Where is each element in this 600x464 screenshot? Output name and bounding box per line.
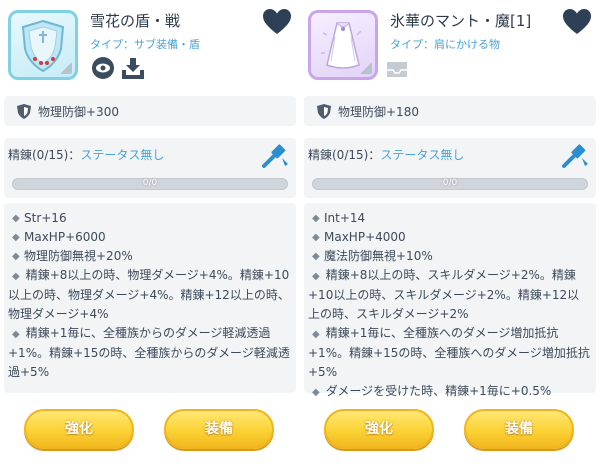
refine-card: 精錬(0/15)：ステータス無し 0/0 [304, 138, 596, 198]
item-header: 雪花の盾・戦 タイプ：サブ装備・盾 [4, 0, 296, 92]
stat-line: ◆ Str+16 [12, 211, 67, 225]
stat-paragraph: ◆ ダメージを受けた時、精錬+1毎に+0.5% [312, 384, 552, 398]
stats-card: ◆ Int+14 ◆ MaxHP+4000 ◆ 魔法防御無視+10% ◆ 精錬+8以上の… [304, 203, 596, 398]
stat-paragraph: ◆ 精錬+8以上の時、スキルダメージ+2%。精錬+10以上の時、スキルダメージ+2… [308, 268, 580, 321]
refine-label: 精錬(0/15)：ステータス無し [308, 148, 465, 162]
equip-button[interactable]: 装備 [164, 409, 274, 449]
stat-line: ◆ 物理防御無視+20% [12, 249, 133, 263]
enhance-button[interactable]: 強化 [324, 409, 434, 449]
equip-button[interactable]: 装備 [464, 409, 574, 449]
eye-icon[interactable] [90, 56, 116, 80]
stat-paragraph: ◆ 精錬+1毎に、全種族へのダメージ増加抵抗+1%。精錬+15の時、全種族へのダメ… [308, 326, 590, 379]
shield-item-icon[interactable] [8, 10, 78, 80]
refine-card: 精錬(0/15)：ステータス無し 0/0 [4, 138, 296, 198]
refine-label: 精錬(0/15)：ステータス無し [8, 148, 165, 162]
stat-list: ◆ Int+14 ◆ MaxHP+4000 ◆ 魔法防御無視+10% ◆ 精錬+8以上の… [304, 209, 596, 402]
enhance-button[interactable]: 強化 [24, 409, 134, 449]
progress-text: 0/0 [442, 178, 458, 188]
hammer-icon[interactable] [560, 142, 590, 170]
item-header: 氷華のマント・魔[1] タイプ：肩にかける物 [304, 0, 596, 92]
stat-paragraph: ◆ 精錬+8以上の時、物理ダメージ+4%。精錬+10以上の時、物理ダメージ+4%。… [8, 268, 290, 321]
heart-icon[interactable] [262, 8, 292, 36]
tray-icon[interactable] [384, 56, 410, 80]
download-icon[interactable] [120, 56, 146, 80]
stats-card: ◆ Str+16 ◆ MaxHP+6000 ◆ 物理防御無視+20% ◆ 精錬+8以上の… [4, 203, 296, 393]
cape-item-icon[interactable] [308, 10, 378, 80]
item-type: タイプ：肩にかける物 [390, 38, 500, 51]
defense-value: 物理防御+180 [338, 105, 419, 119]
refine-status: ステータス無し [80, 148, 165, 162]
defense-value: 物理防御+300 [38, 105, 119, 119]
shield-icon [17, 104, 31, 119]
progress-text: 0/0 [142, 178, 158, 188]
equipment-panel-right: 氷華のマント・魔[1] タイプ：肩にかける物 物理防御+180 精錬(0/15)… [304, 0, 596, 464]
stat-paragraph: ◆ 精錬+1毎に、全種族からのダメージ軽減透過+1%。精錬+15の時、全種族からの… [8, 326, 290, 379]
item-type: タイプ：サブ装備・盾 [90, 38, 200, 51]
stat-line: ◆ MaxHP+6000 [12, 230, 106, 244]
refine-progress-bar: 0/0 [312, 178, 588, 190]
heart-icon[interactable] [562, 8, 592, 36]
stat-line: ◆ Int+14 [312, 211, 366, 225]
stat-line: ◆ MaxHP+4000 [312, 230, 406, 244]
shield-icon [317, 104, 331, 119]
hammer-icon[interactable] [260, 142, 290, 170]
stat-line: ◆ 魔法防御無視+10% [312, 249, 433, 263]
stat-list: ◆ Str+16 ◆ MaxHP+6000 ◆ 物理防御無視+20% ◆ 精錬+8以上の… [4, 209, 296, 382]
refine-progress-bar: 0/0 [12, 178, 288, 190]
equipment-panel-left: 雪花の盾・戦 タイプ：サブ装備・盾 物理防御+300 精錬(0/15)：ステータ… [4, 0, 296, 464]
defense-card: 物理防御+300 [4, 96, 296, 126]
item-name: 雪花の盾・戦 [90, 12, 181, 30]
defense-card: 物理防御+180 [304, 96, 596, 126]
refine-status: ステータス無し [380, 148, 465, 162]
item-name: 氷華のマント・魔[1] [390, 12, 532, 30]
